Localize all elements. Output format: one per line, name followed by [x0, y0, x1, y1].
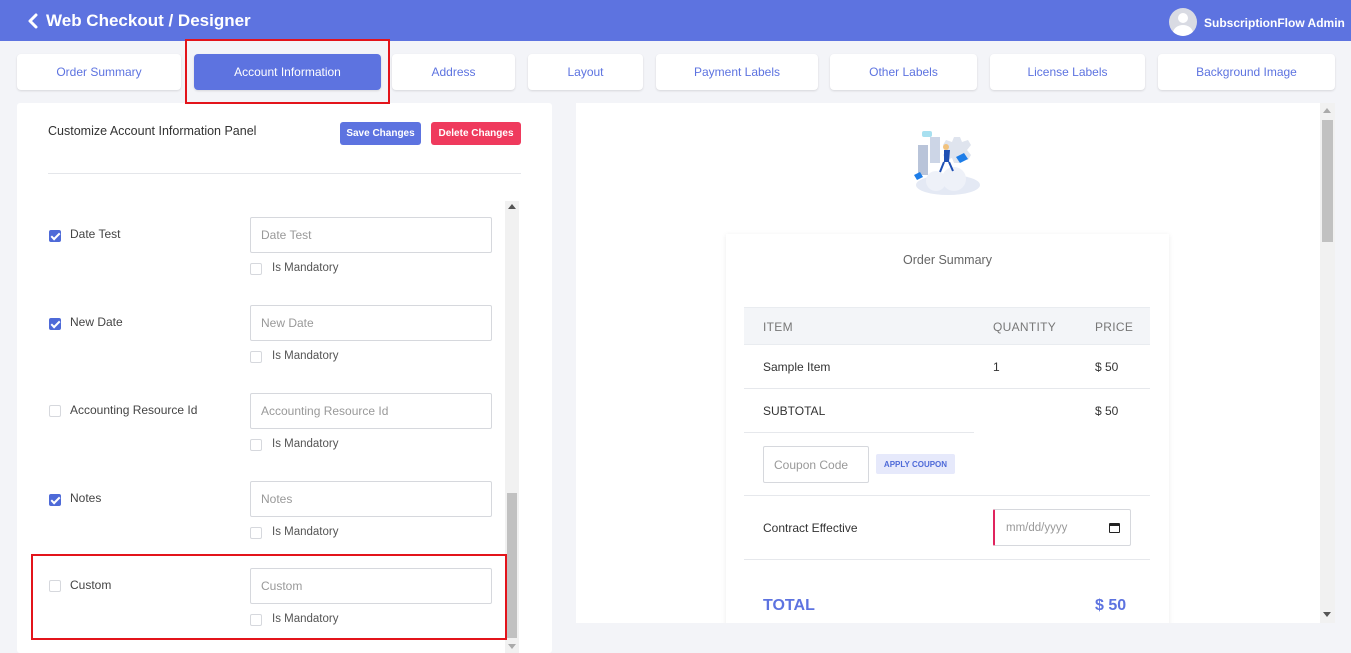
page-title: Web Checkout / Designer — [46, 11, 251, 30]
row-divider — [744, 559, 1150, 560]
mandatory-checkbox[interactable] — [250, 527, 262, 539]
mandatory-checkbox[interactable] — [250, 614, 262, 626]
delete-changes-button[interactable]: Delete Changes — [431, 122, 521, 145]
save-changes-button[interactable]: Save Changes — [340, 122, 421, 145]
tab-background-image[interactable]: Background Image — [1158, 54, 1335, 90]
column-header-item: ITEM — [763, 320, 793, 334]
item-quantity: 1 — [993, 360, 1000, 374]
field-label-input[interactable] — [250, 305, 492, 341]
field-label: Date Test — [70, 227, 121, 241]
contract-effective-label: Contract Effective — [763, 521, 858, 535]
field-label-input[interactable] — [250, 481, 492, 517]
field-row-notes: Notes Is Mandatory — [17, 481, 497, 569]
panel-title: Customize Account Information Panel — [48, 124, 257, 138]
preview-scrollbar-thumb[interactable] — [1322, 120, 1333, 242]
divider — [48, 173, 521, 174]
mandatory-checkbox[interactable] — [250, 439, 262, 451]
field-row-accounting-resource-id: Accounting Resource Id Is Mandatory — [17, 393, 497, 481]
column-header-price: PRICE — [1095, 320, 1134, 334]
field-enable-checkbox[interactable] — [49, 318, 61, 330]
card-title: Order Summary — [903, 253, 992, 267]
row-divider — [744, 388, 1150, 389]
table-header: ITEM QUANTITY PRICE — [744, 307, 1150, 345]
date-placeholder: mm/dd/yyyy — [1006, 522, 1068, 534]
field-label: Accounting Resource Id — [70, 403, 198, 417]
mandatory-label: Is Mandatory — [272, 613, 339, 625]
apply-coupon-button[interactable]: APPLY COUPON — [876, 454, 955, 474]
tab-account-information[interactable]: Account Information — [194, 54, 381, 90]
field-label-input[interactable] — [250, 568, 492, 604]
column-header-quantity: QUANTITY — [993, 320, 1057, 334]
calendar-icon[interactable] — [1109, 523, 1120, 533]
mandatory-label: Is Mandatory — [272, 350, 339, 362]
field-row-date-test: Date Test Is Mandatory — [17, 217, 497, 305]
mandatory-label: Is Mandatory — [272, 438, 339, 450]
total-value: $ 50 — [1095, 597, 1127, 614]
field-label-input[interactable] — [250, 217, 492, 253]
scroll-down-arrow-icon[interactable] — [508, 644, 516, 649]
top-bar: Web Checkout / Designer SubscriptionFlow… — [0, 0, 1351, 41]
field-enable-checkbox[interactable] — [49, 494, 61, 506]
avatar-icon[interactable] — [1169, 8, 1197, 36]
fields-scrollbar-thumb[interactable] — [507, 493, 517, 638]
scroll-up-arrow-icon[interactable] — [508, 204, 516, 209]
tab-other-labels[interactable]: Other Labels — [830, 54, 977, 90]
field-enable-checkbox[interactable] — [49, 230, 61, 242]
field-enable-checkbox[interactable] — [49, 580, 61, 592]
mandatory-label: Is Mandatory — [272, 262, 339, 274]
order-summary-card: Order Summary ITEM QUANTITY PRICE Sample… — [726, 234, 1169, 623]
field-enable-checkbox[interactable] — [49, 405, 61, 417]
mandatory-checkbox[interactable] — [250, 263, 262, 275]
scroll-down-arrow-icon[interactable] — [1323, 612, 1331, 617]
subtotal-label: SUBTOTAL — [763, 404, 826, 418]
back-chevron-icon[interactable] — [26, 12, 40, 30]
scroll-up-arrow-icon[interactable] — [1323, 108, 1331, 113]
item-price: $ 50 — [1095, 360, 1119, 374]
coupon-code-input[interactable] — [763, 446, 869, 483]
row-divider — [744, 432, 974, 433]
field-label: Notes — [70, 491, 102, 505]
contract-date-input[interactable]: mm/dd/yyyy — [993, 509, 1131, 546]
total-label: TOTAL — [763, 597, 815, 614]
field-row-custom: Custom Is Mandatory — [17, 568, 497, 653]
tab-license-labels[interactable]: License Labels — [990, 54, 1145, 90]
tab-payment-labels[interactable]: Payment Labels — [656, 54, 818, 90]
tab-layout[interactable]: Layout — [528, 54, 643, 90]
customize-panel: Customize Account Information Panel Save… — [17, 103, 552, 653]
row-divider — [744, 495, 1150, 496]
user-name[interactable]: SubscriptionFlow Admin — [1204, 16, 1345, 30]
tab-order-summary[interactable]: Order Summary — [17, 54, 181, 90]
field-label: New Date — [70, 315, 123, 329]
mandatory-label: Is Mandatory — [272, 526, 339, 538]
field-label: Custom — [70, 578, 112, 592]
tab-address[interactable]: Address — [392, 54, 515, 90]
preview-panel: Order Summary ITEM QUANTITY PRICE Sample… — [576, 103, 1320, 623]
checkout-illustration-icon — [914, 131, 980, 195]
field-row-new-date: New Date Is Mandatory — [17, 305, 497, 393]
item-name: Sample Item — [763, 360, 831, 374]
mandatory-checkbox[interactable] — [250, 351, 262, 363]
subtotal-value: $ 50 — [1095, 404, 1119, 418]
field-label-input[interactable] — [250, 393, 492, 429]
